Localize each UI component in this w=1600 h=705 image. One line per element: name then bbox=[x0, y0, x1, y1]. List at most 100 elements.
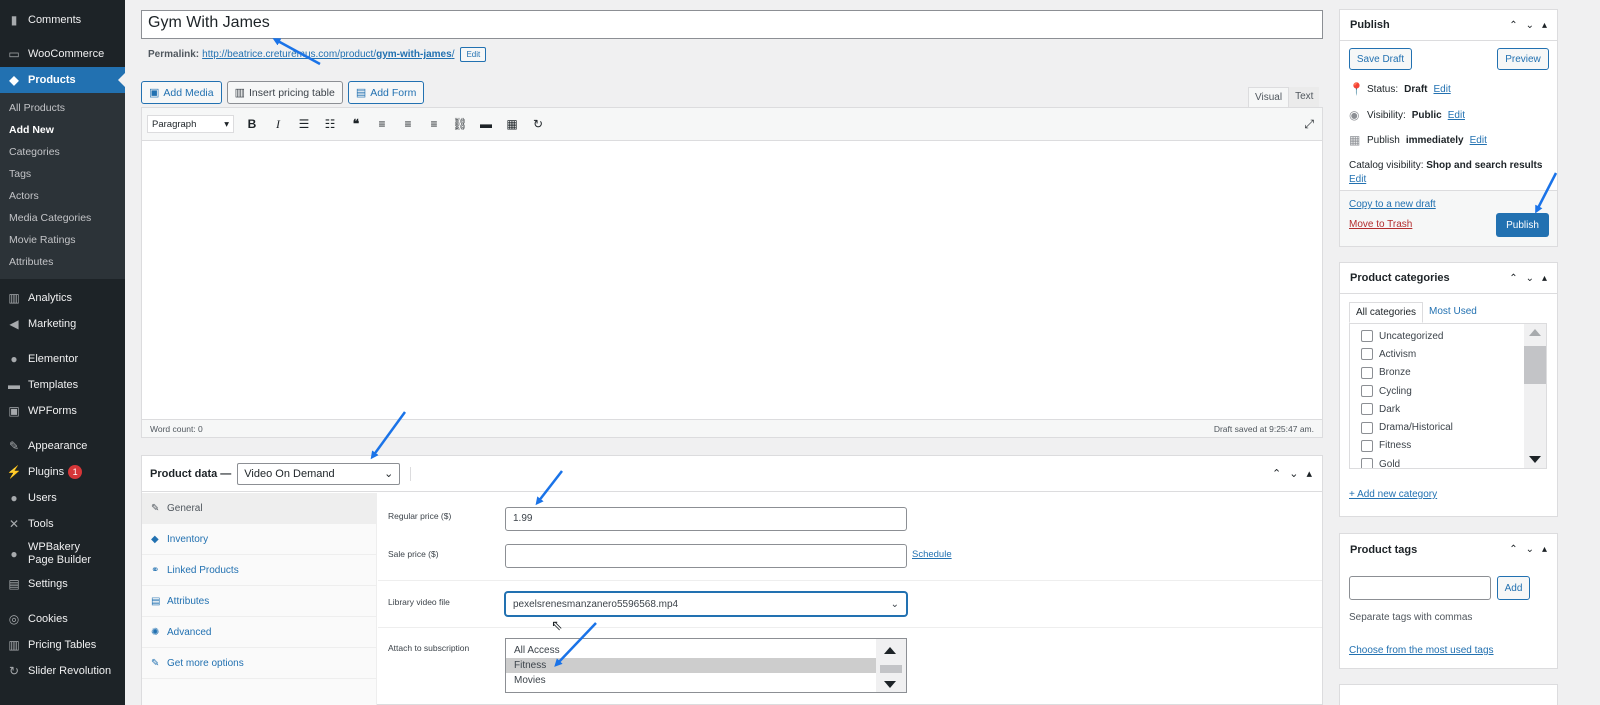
move-up-icon[interactable]: ⌃ bbox=[1509, 544, 1517, 555]
menu-item-comments[interactable]: ▮ Comments bbox=[0, 7, 125, 33]
tab-most-used[interactable]: Most Used bbox=[1423, 302, 1483, 323]
checkbox[interactable] bbox=[1361, 385, 1373, 398]
video-file-select[interactable]: pexelsrenesmanzanero5596568.mp4 ⌄ bbox=[505, 592, 907, 616]
move-down-icon[interactable]: ⌄ bbox=[1526, 273, 1534, 284]
collapse-icon[interactable]: ▴ bbox=[1542, 544, 1547, 555]
scroll-up-icon[interactable] bbox=[884, 647, 896, 654]
pd-tab-general[interactable]: ✎ General bbox=[142, 493, 376, 524]
category-item[interactable]: Uncategorized bbox=[1350, 327, 1546, 345]
visibility-edit-link[interactable]: Edit bbox=[1448, 110, 1465, 121]
category-item[interactable]: Gold bbox=[1350, 455, 1546, 468]
preview-button[interactable]: Preview bbox=[1497, 48, 1549, 70]
checkbox[interactable] bbox=[1361, 366, 1373, 379]
category-item[interactable]: Dark bbox=[1350, 400, 1546, 418]
checkbox[interactable] bbox=[1361, 348, 1373, 361]
publish-button[interactable]: Publish bbox=[1496, 213, 1549, 237]
copy-to-draft-link[interactable]: Copy to a new draft bbox=[1349, 199, 1436, 210]
move-up-icon[interactable]: ⌃ bbox=[1509, 273, 1517, 284]
category-item[interactable]: Cycling bbox=[1350, 382, 1546, 400]
move-up-icon[interactable]: ⌃ bbox=[1272, 467, 1281, 480]
post-title-input[interactable]: Gym With James bbox=[141, 10, 1323, 39]
category-item[interactable]: Fitness bbox=[1350, 437, 1546, 455]
menu-item-products[interactable]: ◆ Products bbox=[0, 67, 125, 93]
tab-text[interactable]: Text bbox=[1289, 87, 1320, 107]
collapse-icon[interactable]: ▴ bbox=[1542, 20, 1547, 31]
menu-item-tools[interactable]: ✕ Tools bbox=[0, 511, 125, 537]
menu-item-slider-revolution[interactable]: ↻ Slider Revolution bbox=[0, 658, 125, 684]
refresh-icon[interactable]: ↻ bbox=[530, 117, 546, 131]
link-icon[interactable]: ⛓ bbox=[452, 117, 468, 131]
checkbox[interactable] bbox=[1361, 421, 1373, 434]
menu-item-plugins[interactable]: ⚡ Plugins 1 bbox=[0, 459, 125, 485]
menu-item-users[interactable]: ● Users bbox=[0, 485, 125, 511]
bold-icon[interactable]: B bbox=[244, 117, 260, 131]
permalink-edit-button[interactable]: Edit bbox=[460, 47, 487, 62]
scroll-up-icon[interactable] bbox=[1529, 329, 1541, 336]
submenu-add-new[interactable]: Add New bbox=[0, 119, 125, 141]
submenu-actors[interactable]: Actors bbox=[0, 185, 125, 207]
move-down-icon[interactable]: ⌄ bbox=[1526, 20, 1534, 31]
scroll-thumb[interactable] bbox=[880, 665, 902, 673]
menu-item-analytics[interactable]: ▥ Analytics bbox=[0, 285, 125, 311]
insert-pricing-table-button[interactable]: ▥ Insert pricing table bbox=[226, 81, 343, 104]
subscription-option[interactable]: All Access bbox=[506, 643, 906, 658]
category-scrollbar[interactable] bbox=[1524, 324, 1546, 468]
permalink-link[interactable]: http://beatrice.creturemus.com/product/g… bbox=[202, 49, 454, 60]
subscription-option[interactable]: Movies bbox=[506, 673, 906, 688]
submenu-categories[interactable]: Categories bbox=[0, 141, 125, 163]
category-item[interactable]: Bronze bbox=[1350, 364, 1546, 382]
tab-visual[interactable]: Visual bbox=[1248, 87, 1290, 107]
submenu-all-products[interactable]: All Products bbox=[0, 97, 125, 119]
keyboard-icon[interactable]: ▦ bbox=[504, 117, 520, 131]
choose-most-used-tags-link[interactable]: Choose from the most used tags bbox=[1349, 645, 1494, 656]
numbered-list-icon[interactable]: ☷ bbox=[322, 117, 338, 131]
catalog-visibility-edit-link[interactable]: Edit bbox=[1349, 174, 1366, 185]
scroll-down-icon[interactable] bbox=[884, 681, 896, 688]
align-center-icon[interactable]: ≡ bbox=[400, 117, 416, 131]
move-to-trash-link[interactable]: Move to Trash bbox=[1349, 219, 1412, 230]
add-form-button[interactable]: ▤ Add Form bbox=[347, 81, 425, 104]
tag-input[interactable] bbox=[1349, 576, 1491, 600]
align-right-icon[interactable]: ≡ bbox=[426, 117, 442, 131]
checkbox[interactable] bbox=[1361, 458, 1373, 468]
fullscreen-icon[interactable]: ⤢ bbox=[1304, 117, 1314, 132]
menu-item-cookies[interactable]: ◎ Cookies bbox=[0, 606, 125, 632]
menu-item-wpbakery[interactable]: ● WPBakery Page Builder bbox=[0, 537, 125, 571]
italic-icon[interactable]: I bbox=[270, 117, 286, 132]
bullet-list-icon[interactable]: ☰ bbox=[296, 117, 312, 131]
publish-date-edit-link[interactable]: Edit bbox=[1470, 135, 1487, 146]
product-type-select[interactable]: Video On Demand ⌄ bbox=[237, 462, 401, 485]
menu-item-elementor[interactable]: ● Elementor bbox=[0, 346, 125, 372]
add-tag-button[interactable]: Add bbox=[1497, 576, 1530, 600]
schedule-link[interactable]: Schedule bbox=[912, 549, 952, 560]
blockquote-icon[interactable]: ❝ bbox=[348, 117, 364, 131]
collapse-icon[interactable]: ▴ bbox=[1306, 467, 1312, 480]
subscription-option-selected[interactable]: Fitness bbox=[506, 658, 906, 673]
checkbox[interactable] bbox=[1361, 330, 1373, 343]
editor-content-area[interactable] bbox=[142, 141, 1322, 419]
menu-item-wpforms[interactable]: ▣ WPForms bbox=[0, 398, 125, 424]
checkbox[interactable] bbox=[1361, 403, 1373, 416]
submenu-movie-ratings[interactable]: Movie Ratings bbox=[0, 229, 125, 251]
checkbox[interactable] bbox=[1361, 439, 1373, 452]
add-new-category-link[interactable]: + Add new category bbox=[1349, 489, 1437, 500]
scroll-down-icon[interactable] bbox=[1529, 456, 1541, 463]
menu-item-templates[interactable]: ▬ Templates bbox=[0, 372, 125, 398]
menu-item-marketing[interactable]: ◀ Marketing bbox=[0, 311, 125, 337]
tab-all-categories[interactable]: All categories bbox=[1349, 302, 1424, 323]
listbox-scrollbar[interactable] bbox=[876, 639, 906, 692]
pd-tab-advanced[interactable]: ✺ Advanced bbox=[142, 617, 376, 648]
scroll-thumb[interactable] bbox=[1524, 346, 1546, 384]
submenu-attributes[interactable]: Attributes bbox=[0, 251, 125, 273]
add-media-button[interactable]: ▣ Add Media bbox=[141, 81, 222, 104]
menu-item-settings[interactable]: ▤ Settings bbox=[0, 571, 125, 597]
menu-item-woocommerce[interactable]: ▭ WooCommerce bbox=[0, 41, 125, 67]
menu-item-pricing-tables[interactable]: ▥ Pricing Tables bbox=[0, 632, 125, 658]
submenu-media-categories[interactable]: Media Categories bbox=[0, 207, 125, 229]
regular-price-input[interactable]: 1.99 bbox=[505, 507, 907, 531]
format-select[interactable]: Paragraph ▾ bbox=[147, 115, 234, 133]
move-down-icon[interactable]: ⌄ bbox=[1526, 544, 1534, 555]
subscription-listbox[interactable]: All Access Fitness Movies bbox=[505, 638, 907, 693]
move-down-icon[interactable]: ⌄ bbox=[1289, 467, 1298, 480]
save-draft-button[interactable]: Save Draft bbox=[1349, 48, 1412, 70]
